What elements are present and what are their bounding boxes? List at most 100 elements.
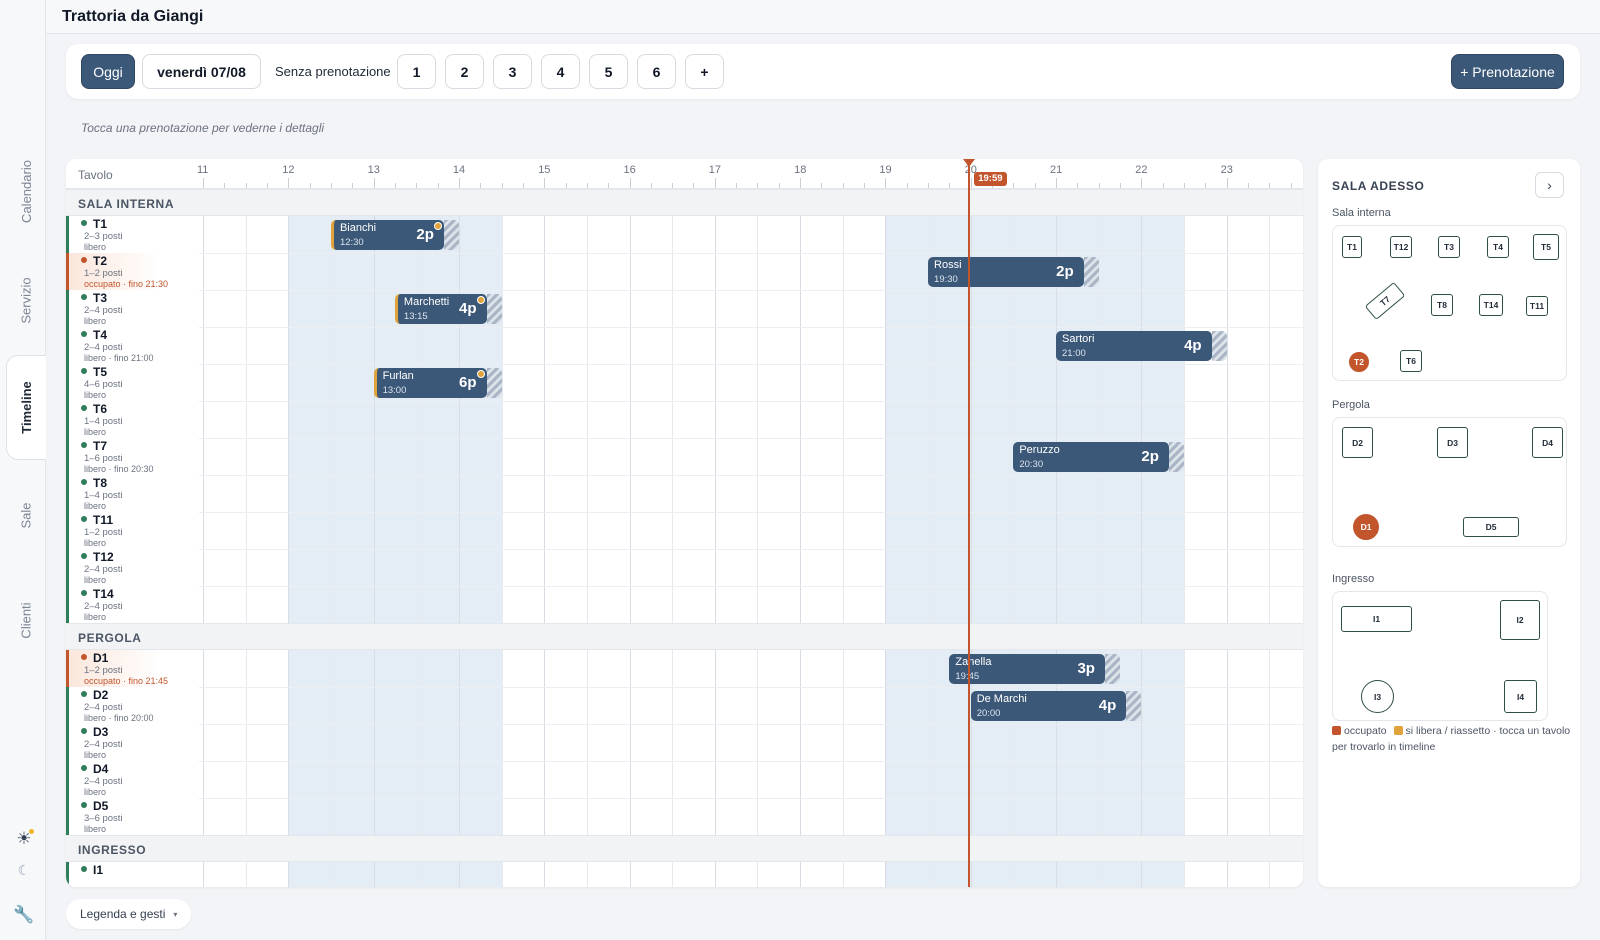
map-table-d1[interactable]: D1 [1353,514,1379,540]
table-label[interactable]: T6 1–4 posti libero [66,401,199,439]
map-table-t5[interactable]: T5 [1533,234,1559,260]
table-row[interactable]: T2 1–2 posti occupato · fino 21:30 [66,253,1303,291]
table-label[interactable]: D3 2–4 posti libero [66,724,199,762]
walkin-size-more-button[interactable]: + [685,54,724,89]
walkin-size-6-button[interactable]: 6 [637,54,676,89]
table-label[interactable]: T3 2–4 posti libero [66,290,199,328]
map-table-t14[interactable]: T14 [1479,294,1503,316]
map-table-t3[interactable]: T3 [1438,236,1460,258]
time-tick [266,183,268,188]
occupied-swatch [1332,726,1341,735]
table-label[interactable]: T5 4–6 posti libero [66,364,199,402]
table-label[interactable]: D5 3–6 posti libero [66,798,199,836]
map-table-i2[interactable]: I2 [1500,600,1540,640]
status-dot-icon [81,368,87,374]
tab-sale[interactable]: Sale [6,480,46,550]
legend-gestures-button[interactable]: Legenda e gesti ▾ [66,899,192,929]
map-table-t6[interactable]: T6 [1400,350,1422,372]
walkin-size-5-button[interactable]: 5 [589,54,628,89]
time-tick [1056,178,1057,188]
table-row[interactable]: T6 1–4 posti libero [66,401,1303,439]
table-label[interactable]: T4 2–4 posti libero · fino 21:00 [66,327,199,365]
table-label[interactable]: D4 2–4 posti libero [66,761,199,799]
walkin-size-4-button[interactable]: 4 [541,54,580,89]
table-capacity: 1–2 posti [84,268,123,279]
tab-calendario[interactable]: Calendario [6,150,46,232]
table-label[interactable]: T12 2–4 posti libero [66,549,199,587]
walkin-size-3-button[interactable]: 3 [493,54,532,89]
walkin-size-2-button[interactable]: 2 [445,54,484,89]
reservation-block[interactable]: Zanella19:453p [949,654,1120,684]
table-row[interactable]: T8 1–4 posti libero [66,475,1303,513]
reservation-name: Furlan [382,370,414,382]
table-label[interactable]: T8 1–4 posti libero [66,475,199,513]
table-label[interactable]: T2 1–2 posti occupato · fino 21:30 [66,253,199,291]
table-row[interactable]: T14 2–4 posti libero [66,586,1303,624]
map-table-d3[interactable]: D3 [1437,427,1468,458]
reservation-block[interactable]: Bianchi 12:30 2p [330,220,459,250]
map-table-t11[interactable]: T11 [1526,296,1548,316]
table-row[interactable]: T5 4–6 posti libero [66,364,1303,402]
hour-label: 14 [452,164,466,176]
new-booking-button[interactable]: + Prenotazione [1451,54,1564,89]
table-row[interactable]: T1 2–3 posti libero [66,216,1303,254]
tab-clienti[interactable]: Clienti [6,575,46,665]
reservation-block[interactable]: Sartori 21:00 4p [1056,331,1227,361]
map-table-t12[interactable]: T12 [1390,236,1412,258]
timeline: Tavolo 11 12 13 14 15 16 17 18 19 20 21 22 23 SALA I… [66,159,1303,887]
table-row[interactable]: T11 1–2 posti libero [66,512,1303,550]
tab-timeline[interactable]: Timeline [6,355,46,460]
section-title: INGRESSO [78,843,147,857]
map-table-t7[interactable]: T7 [1364,281,1406,321]
map-table-t1[interactable]: T1 [1342,236,1362,258]
table-label[interactable]: I1 [66,862,199,887]
map-table-d4[interactable]: D4 [1532,427,1563,458]
table-status: libero [84,612,107,622]
map-table-i3[interactable]: I3 [1361,680,1394,713]
time-tick [586,183,588,188]
reservation-block[interactable]: Rossi 19:30 2p [928,257,1099,287]
map-table-d5[interactable]: D5 [1463,517,1519,537]
reservation-block[interactable]: De Marchi 20:00 4p [970,691,1142,721]
table-label[interactable]: T1 2–3 posti libero [66,216,199,254]
toolbar: Oggi venerdì 07/08 Senza prenotazione 1 … [66,44,1580,99]
reservation-name: Sartori [1062,333,1095,345]
map-table-i1[interactable]: I1 [1341,606,1412,632]
reservation-block[interactable]: Furlan 13:00 6p [373,368,502,398]
today-button[interactable]: Oggi [81,54,135,89]
map-table-t4[interactable]: T4 [1487,236,1509,258]
map-table-i4[interactable]: I4 [1504,680,1537,713]
walkin-size-1-button[interactable]: 1 [397,54,436,89]
table-status: libero · fino 21:00 [84,353,154,363]
time-tick [970,178,972,188]
table-label[interactable]: T14 2–4 posti libero [66,586,199,624]
map-table-t2[interactable]: T2 [1349,352,1369,372]
sun-icon[interactable]: ☀ [12,827,36,851]
table-label[interactable]: T11 1–2 posti libero [66,512,199,550]
table-row[interactable]: D5 3–6 posti libero [66,798,1303,836]
table-label[interactable]: D2 2–4 posti libero · fino 20:00 [66,687,199,725]
moon-icon[interactable]: ☾ [12,858,36,882]
table-row[interactable]: T3 2–4 posti libero [66,290,1303,328]
table-name: T6 [81,402,107,416]
table-row[interactable]: D3 2–4 posti libero [66,724,1303,762]
map-table-d2[interactable]: D2 [1342,427,1373,458]
collapse-panel-button[interactable]: › [1535,172,1564,198]
reservation-block[interactable]: Marchetti 13:15 4p [394,294,502,324]
table-capacity: 2–4 posti [84,305,123,316]
turnover-buffer [1104,654,1120,684]
map-table-t8[interactable]: T8 [1431,294,1453,316]
table-label[interactable]: D1 1–2 posti occupato · fino 21:45 [66,650,199,688]
table-status: libero [84,501,107,511]
reservation-block[interactable]: Peruzzo 20:30 2p [1013,442,1184,472]
date-picker-button[interactable]: venerdì 07/08 [142,54,261,89]
wrench-icon[interactable]: 🔧 [12,903,36,927]
table-row[interactable]: I1 [66,862,1303,887]
tab-servizio[interactable]: Servizio [6,260,46,340]
table-label[interactable]: T7 1–6 posti libero · fino 20:30 [66,438,199,476]
table-capacity: 1–2 posti [84,527,123,538]
zone-map-sala-interna: T1 T12 T3 T4 T5 T7 T8 T14 T11 T2 T6 [1332,225,1567,381]
table-name: D3 [81,725,108,739]
table-row[interactable]: D4 2–4 posti libero [66,761,1303,799]
table-row[interactable]: T12 2–4 posti libero [66,549,1303,587]
